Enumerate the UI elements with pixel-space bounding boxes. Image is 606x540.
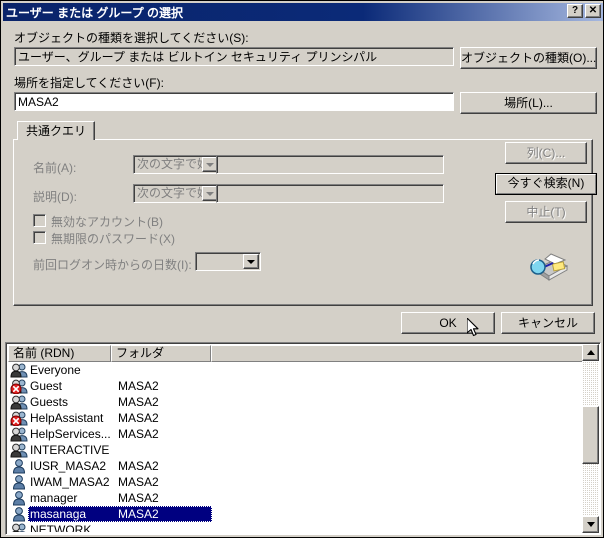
row-folder: MASA2 xyxy=(118,379,159,393)
columns-button[interactable]: 列(C)... xyxy=(505,142,587,164)
row-folder: MASA2 xyxy=(118,459,159,473)
location-button[interactable]: 場所(L)... xyxy=(460,92,597,114)
row-folder: MASA2 xyxy=(118,427,159,441)
help-button[interactable]: ? xyxy=(567,4,583,18)
find-now-button-label: 今すぐ検索(N) xyxy=(496,174,596,194)
column-header-folder[interactable]: フォルダ xyxy=(111,345,211,362)
description-label: 説明(D): xyxy=(33,190,77,204)
table-row[interactable]: INTERACTIVE xyxy=(8,442,581,458)
table-row[interactable]: HelpAssistant MASA2 xyxy=(8,410,581,426)
disabled-accounts-checkbox[interactable] xyxy=(33,214,46,227)
stop-button[interactable]: 中止(T) xyxy=(505,201,587,223)
description-condition-combo[interactable]: 次の文字で始 xyxy=(133,184,220,203)
object-types-button[interactable]: オブジェクトの種類(O)... xyxy=(460,47,597,69)
ok-button[interactable]: OK xyxy=(401,312,495,334)
nonexpiring-password-label: 無期限のパスワード(X) xyxy=(51,232,175,246)
find-now-button[interactable]: 今すぐ検索(N) xyxy=(495,173,597,195)
object-types-label: オブジェクトの種類を選択してください(S): xyxy=(14,31,249,45)
column-header-blank[interactable] xyxy=(211,345,583,362)
name-condition-value: 次の文字で始 xyxy=(137,157,210,171)
find-search-icon xyxy=(525,246,569,289)
table-row[interactable]: Guest MASA2 xyxy=(8,378,581,394)
row-name: IWAM_MASA2 xyxy=(30,475,110,489)
scroll-down-icon[interactable] xyxy=(582,516,599,533)
nonexpiring-password-checkbox[interactable] xyxy=(33,231,46,244)
title-bar-buttons: ? ✕ xyxy=(567,4,601,18)
row-name: masanaga xyxy=(30,507,87,521)
name-label: 名前(A): xyxy=(33,161,77,175)
table-row[interactable]: Guests MASA2 xyxy=(8,394,581,410)
row-folder: MASA2 xyxy=(118,411,159,425)
select-users-or-groups-dialog: ユーザー または グループ の選択 ? ✕ オブジェクトの種類を選択してください… xyxy=(0,0,604,538)
row-name: manager xyxy=(30,491,78,505)
location-value[interactable]: MASA2 xyxy=(14,92,454,111)
row-folder: MASA2 xyxy=(118,475,159,489)
row-name: IUSR_MASA2 xyxy=(30,459,107,473)
scroll-up-icon[interactable] xyxy=(582,344,599,361)
row-folder: MASA2 xyxy=(118,491,159,505)
tab-common-query[interactable]: 共通クエリ xyxy=(17,121,96,140)
row-name: HelpServices... xyxy=(30,427,111,441)
row-folder: MASA2 xyxy=(118,507,159,521)
table-row[interactable]: manager MASA2 xyxy=(8,490,581,506)
object-types-value[interactable]: ユーザー、グループ または ビルトイン セキュリティ プリンシパル xyxy=(14,47,454,66)
table-row[interactable]: IWAM_MASA2 MASA2 xyxy=(8,474,581,490)
location-label: 場所を指定してください(F): xyxy=(14,76,164,90)
description-condition-value: 次の文字で始 xyxy=(137,186,210,200)
column-header-name[interactable]: 名前 (RDN) xyxy=(8,345,111,362)
row-name: INTERACTIVE xyxy=(30,443,110,457)
close-icon[interactable]: ✕ xyxy=(585,4,601,18)
name-condition-combo[interactable]: 次の文字で始 xyxy=(133,155,220,174)
name-input[interactable] xyxy=(216,155,444,174)
description-input[interactable] xyxy=(216,184,444,203)
title-bar[interactable]: ユーザー または グループ の選択 ? ✕ xyxy=(3,3,603,21)
table-row[interactable]: IUSR_MASA2 MASA2 xyxy=(8,458,581,474)
table-row[interactable]: HelpServices... MASA2 xyxy=(8,426,581,442)
window-title: ユーザー または グループ の選択 xyxy=(6,5,184,20)
chevron-down-icon[interactable] xyxy=(243,254,259,269)
row-name: HelpAssistant xyxy=(30,411,104,425)
table-row[interactable]: Everyone xyxy=(8,362,581,378)
days-since-logon-label: 前回ログオン時からの日数(I): xyxy=(33,258,192,272)
table-row[interactable]: NETWORK xyxy=(8,522,581,532)
days-since-logon-combo[interactable] xyxy=(195,252,261,271)
row-name: Everyone xyxy=(30,363,81,377)
row-name: Guest xyxy=(30,379,63,393)
table-row[interactable]: masanaga MASA2 xyxy=(8,506,581,522)
results-list[interactable]: 名前 (RDN) フォルダ Everyone Guest MASA2 Guests MA… xyxy=(5,342,601,535)
row-name: Guests xyxy=(30,395,69,409)
scrollbar-thumb[interactable] xyxy=(582,406,599,464)
results-scrollbar[interactable] xyxy=(582,344,599,533)
results-header-row: 名前 (RDN) フォルダ xyxy=(8,345,583,362)
results-rows: Everyone Guest MASA2 Guests MASA2 HelpAssista… xyxy=(8,362,581,532)
cancel-button[interactable]: キャンセル xyxy=(501,312,595,334)
row-folder: MASA2 xyxy=(118,395,159,409)
row-name: NETWORK xyxy=(30,523,92,532)
disabled-accounts-label: 無効なアカウント(B) xyxy=(51,215,163,229)
